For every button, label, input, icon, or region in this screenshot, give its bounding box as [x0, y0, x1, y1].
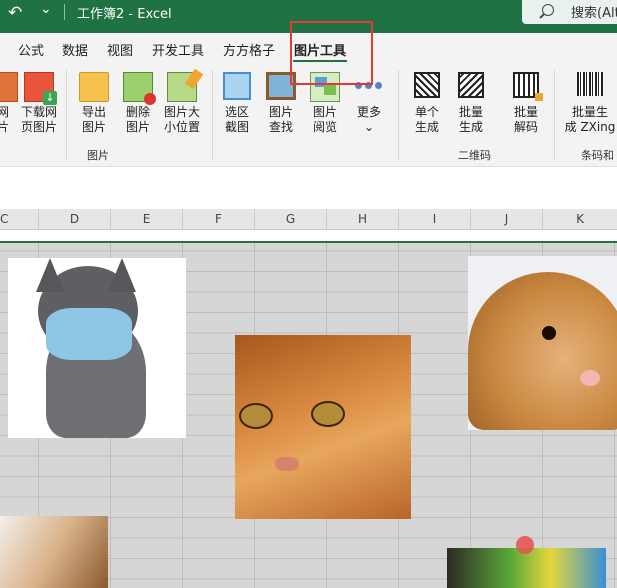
- button-label-line2: 生成: [458, 120, 483, 134]
- ribbon-separator: [66, 70, 67, 160]
- delete-pictures-button[interactable]: 删除 图片: [118, 64, 158, 144]
- tab-formulas[interactable]: 公式: [18, 40, 44, 59]
- orange-cat-picture[interactable]: [235, 335, 411, 519]
- search-label: 搜索(Alt: [571, 6, 617, 21]
- face-mask: [46, 308, 132, 360]
- column-header-c[interactable]: C: [0, 209, 39, 229]
- ribbon-separator: [554, 70, 555, 160]
- cat-with-mask-picture[interactable]: [8, 258, 186, 438]
- column-header-h[interactable]: H: [327, 209, 399, 229]
- button-label-line1: 导出: [81, 105, 106, 119]
- button-label-line2: 生成: [414, 120, 439, 134]
- column-headers: C D E F G H I J K: [0, 209, 617, 230]
- cat-ear-right: [108, 258, 136, 292]
- partial-animal-picture[interactable]: [0, 516, 108, 588]
- hamster-body: [468, 272, 617, 430]
- tab-data[interactable]: 数据: [62, 40, 88, 59]
- picture-size-position-button[interactable]: 图片大 小位置: [160, 64, 204, 144]
- barcode-batch-generate-button[interactable]: 批量生成 ZXing: [562, 64, 617, 144]
- watermark-logo: [470, 532, 590, 572]
- quick-access-dropdown-icon[interactable]: ⌄: [40, 1, 52, 17]
- button-label-line1: 批量生: [571, 105, 608, 119]
- undo-icon[interactable]: ↶: [8, 3, 22, 23]
- column-header-j[interactable]: J: [471, 209, 543, 229]
- button-label-line1: 图片: [312, 105, 337, 119]
- button-label-line2: 页图片: [20, 120, 57, 134]
- hamster-eye: [542, 326, 556, 340]
- ribbon-separator: [398, 70, 399, 160]
- button-label-line1: 选区: [224, 105, 249, 119]
- button-label-line1: 下载网: [20, 105, 57, 119]
- tab-developer[interactable]: 开发工具: [152, 40, 204, 59]
- tab-view[interactable]: 视图: [107, 40, 133, 59]
- button-label-line1: 图片大: [163, 105, 200, 119]
- tab-fangfanggezi[interactable]: 方方格子: [223, 40, 275, 59]
- button-label-line2: 成 ZXing: [564, 120, 616, 134]
- column-header-g[interactable]: G: [255, 209, 327, 229]
- qr-decode-icon: [513, 72, 543, 101]
- formula-bar[interactable]: [0, 166, 617, 210]
- button-label-line2: 小位置: [163, 120, 200, 134]
- qr-code-icon: [414, 72, 440, 98]
- download-image-icon: ↓: [24, 72, 57, 105]
- column-header-k[interactable]: K: [543, 209, 617, 229]
- button-label-line1: 删除: [125, 105, 150, 119]
- picture-icon: [0, 72, 18, 102]
- column-header-f[interactable]: F: [183, 209, 255, 229]
- folder-icon: [79, 72, 109, 102]
- highlight-box: [290, 21, 373, 85]
- hamster-nose: [580, 370, 600, 386]
- group-label-qrcode: 二维码: [458, 149, 491, 162]
- button-label-line1: 批量: [458, 105, 483, 119]
- button-label-line2: 片: [0, 120, 9, 134]
- search-box[interactable]: 搜索(Alt: [522, 0, 617, 24]
- qr-batch-generate-button[interactable]: 批量 生成: [450, 64, 492, 144]
- button-label-line2: 阅览: [312, 120, 337, 134]
- freeze-pane-line: [0, 241, 617, 243]
- barcode-icon: [577, 72, 603, 96]
- search-icon-handle: [539, 13, 545, 19]
- screenshot-icon: [223, 72, 251, 100]
- qr-single-generate-button[interactable]: 单个 生成: [406, 64, 448, 144]
- column-header-d[interactable]: D: [39, 209, 111, 229]
- resize-picture-icon: [167, 68, 204, 102]
- frozen-row: [0, 230, 617, 241]
- cat-ear-left: [36, 258, 64, 292]
- group-label-picture: 图片: [87, 149, 109, 162]
- title-separator: [64, 4, 65, 20]
- button-label-line2: 截图: [224, 120, 249, 134]
- paw-icon: [516, 536, 534, 554]
- button-label-line2: 解码: [513, 120, 538, 134]
- qr-code-batch-icon: [458, 72, 484, 98]
- document-title: 工作簿2 - Excel: [77, 7, 172, 22]
- select-screenshot-button[interactable]: 选区 截图: [218, 64, 256, 144]
- group-label-barcode: 条码和: [581, 149, 614, 162]
- partial-picture-button[interactable]: 网片: [0, 64, 18, 144]
- hamster-picture[interactable]: [468, 256, 617, 430]
- column-header-i[interactable]: I: [399, 209, 471, 229]
- ribbon-separator: [212, 70, 213, 160]
- cat-eye-right: [311, 401, 345, 427]
- qr-batch-decode-button[interactable]: 批量 解码: [504, 64, 548, 144]
- button-label-line1: 单个: [414, 105, 439, 119]
- button-label-line2: 图片: [81, 120, 106, 134]
- chevron-down-icon: ⌄: [363, 120, 375, 134]
- button-label-line1: 批量: [513, 105, 538, 119]
- button-label-line1: 网: [0, 105, 9, 119]
- button-label-line1: 更多: [356, 105, 381, 119]
- button-label-line2: 查找: [268, 120, 293, 134]
- column-header-e[interactable]: E: [111, 209, 183, 229]
- download-web-images-button[interactable]: ↓ 下载网 页图片: [18, 64, 60, 144]
- cat-eye-left: [239, 403, 273, 429]
- button-label-line2: 图片: [125, 120, 150, 134]
- delete-picture-icon: [123, 72, 156, 105]
- cat-nose: [275, 457, 299, 471]
- export-pictures-button[interactable]: 导出 图片: [74, 64, 114, 144]
- button-label-line1: 图片: [268, 105, 293, 119]
